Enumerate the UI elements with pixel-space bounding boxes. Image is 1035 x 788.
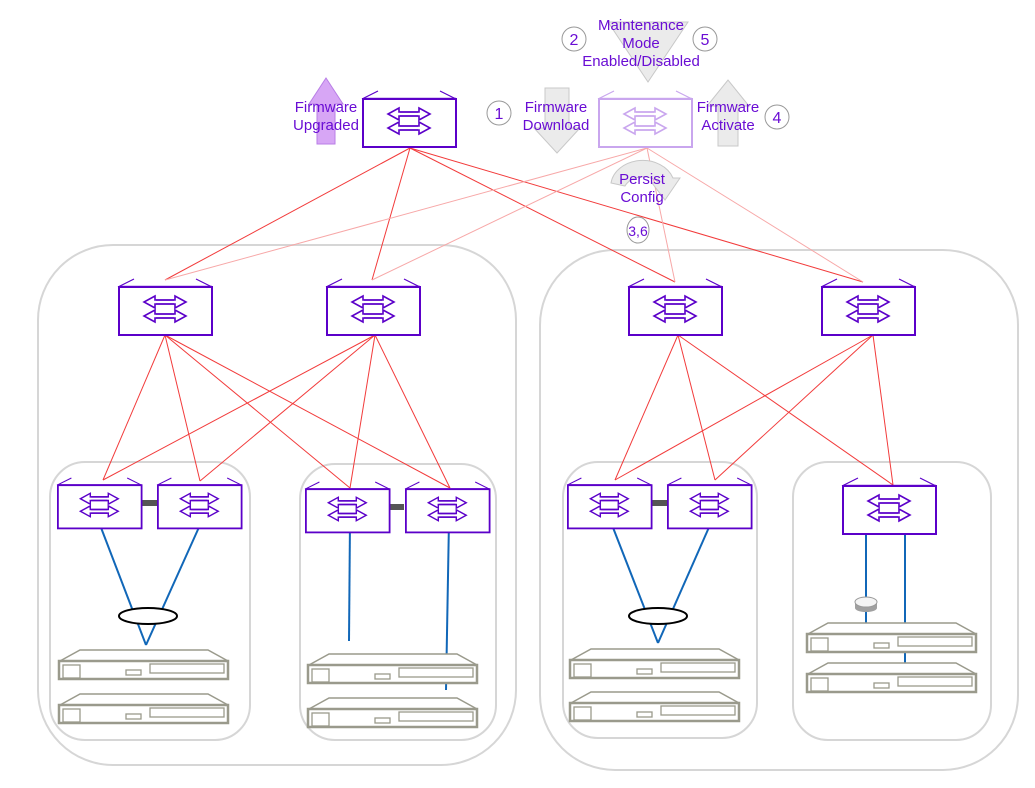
upgrading-switch-icon[interactable] [596, 89, 694, 149]
leaf-switch-icon[interactable] [303, 480, 391, 534]
step-2-label-1: Maintenance [598, 17, 684, 34]
upgraded-switch-icon[interactable] [360, 89, 458, 149]
server-icon [306, 652, 479, 685]
upgrading-switch-group: Maintenance Mode Enabled/Disabled Firmwa… [486, 17, 790, 244]
leaf-switch-icon[interactable] [55, 476, 143, 530]
leaf-switch-icon[interactable] [155, 476, 243, 530]
step-3-label-1: Persist [619, 171, 666, 188]
step-1-badge: 1 [486, 100, 512, 126]
step-3-label-2: Config [620, 189, 663, 206]
step-1-label-1: Firmware [525, 99, 588, 116]
lag-bundle-icon [118, 607, 178, 625]
step-2-badge: 2 [561, 26, 587, 52]
svg-text:3,6: 3,6 [628, 223, 648, 239]
leaf-switch-icon[interactable] [403, 480, 491, 534]
spine-switch-icon[interactable] [324, 277, 422, 337]
peer-link [142, 500, 158, 506]
svg-text:5: 5 [701, 32, 710, 49]
peer-link [652, 500, 668, 506]
step-5-badge: 5 [692, 26, 718, 52]
server-icon [805, 661, 978, 694]
leaf-switch-icon[interactable] [840, 476, 938, 536]
peer-link [390, 504, 404, 510]
leaf-switch-icon[interactable] [565, 476, 653, 530]
lag-bundle-icon [628, 607, 688, 625]
pod-left-fabric-links [102, 334, 451, 489]
server-icon [57, 692, 230, 725]
step-4-label-2: Activate [701, 117, 754, 134]
step-4-label-1: Firmware [697, 99, 760, 116]
svg-text:4: 4 [773, 110, 782, 127]
step-2-label-3: Enabled/Disabled [582, 53, 700, 70]
server-icon [568, 647, 741, 680]
step-2-label-2: Mode [622, 35, 660, 52]
leaf-switch-icon[interactable] [665, 476, 753, 530]
server-icon [805, 621, 978, 654]
superspine-b-links [164, 147, 864, 283]
spine-switch-icon[interactable] [116, 277, 214, 337]
upgraded-label-1: Firmware [295, 99, 358, 116]
network-diagram: Firmware Upgraded Maintenance Mode Enabl… [37, 17, 1019, 771]
svg-text:1: 1 [495, 106, 504, 123]
spine-switch-icon[interactable] [626, 277, 724, 337]
svg-text:2: 2 [570, 32, 579, 49]
step-3-6-badge: 3,6 [626, 216, 650, 244]
server-icon [306, 696, 479, 729]
upgraded-switch-group: Firmware Upgraded [293, 77, 458, 149]
step-4-badge: 4 [764, 104, 790, 130]
disk-icon [854, 596, 878, 612]
superspine-a-links [164, 147, 864, 283]
spine-switch-icon[interactable] [819, 277, 917, 337]
server-icon [57, 648, 230, 681]
step-1-label-2: Download [523, 117, 590, 134]
upgraded-label-2: Upgraded [293, 117, 359, 134]
server-icon [568, 690, 741, 723]
